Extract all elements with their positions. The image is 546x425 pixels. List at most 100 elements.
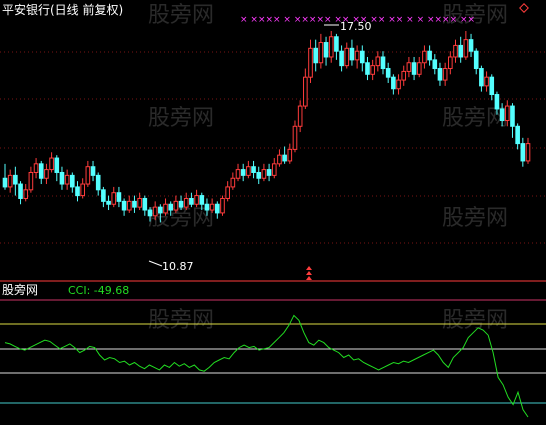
candle-body — [54, 157, 60, 173]
candle — [251, 160, 256, 179]
candle — [23, 184, 29, 202]
candle — [380, 51, 386, 75]
candle — [453, 39, 458, 63]
candle-body — [458, 44, 463, 58]
candle — [370, 59, 375, 81]
candle-body — [520, 143, 526, 162]
candle — [401, 65, 407, 86]
candle-body — [101, 189, 106, 202]
candle-body — [59, 171, 65, 185]
candle-body — [158, 206, 163, 214]
candle — [525, 137, 531, 164]
candle — [287, 143, 293, 164]
candle — [85, 160, 91, 187]
candle — [385, 62, 391, 83]
candle — [515, 123, 520, 150]
candle — [323, 36, 329, 66]
candle — [277, 149, 282, 167]
candle-body — [271, 163, 277, 176]
candle-body — [246, 166, 251, 176]
candle-body — [189, 197, 194, 205]
low-label: 10.87 — [162, 260, 194, 273]
candle — [520, 137, 526, 167]
candle — [64, 169, 70, 190]
candle-body — [194, 195, 199, 205]
candle-body — [251, 166, 256, 173]
candle-body — [266, 169, 272, 176]
candle-body — [489, 76, 495, 96]
candle-body — [277, 154, 282, 165]
watermark-text: 股旁网 — [442, 206, 508, 231]
candle — [126, 195, 132, 213]
candle — [266, 163, 272, 182]
candle-body — [504, 105, 510, 122]
high-label: 17.50 — [340, 20, 372, 33]
candle — [173, 195, 179, 213]
candle-body — [297, 105, 303, 127]
candle-body — [385, 68, 391, 78]
candle — [225, 181, 230, 202]
candle-body — [303, 76, 308, 107]
candle-body — [313, 47, 319, 64]
candle — [261, 163, 267, 182]
candle-body — [391, 76, 396, 90]
candle — [194, 189, 199, 208]
candle-body — [28, 171, 34, 191]
candle-body — [75, 186, 80, 197]
candle — [510, 103, 515, 138]
candle-body — [515, 125, 520, 145]
candle — [308, 39, 313, 83]
candle — [230, 172, 236, 190]
candle-body — [44, 169, 49, 179]
candle-body — [199, 195, 205, 205]
indicator-name: 股旁网 — [2, 282, 38, 297]
candle — [313, 39, 319, 72]
candle-body — [183, 197, 189, 208]
candle — [437, 62, 443, 86]
candle — [214, 201, 220, 219]
candle — [422, 45, 427, 69]
candle — [220, 195, 225, 216]
candle — [489, 74, 495, 101]
candle — [458, 36, 463, 63]
candle-body — [178, 200, 184, 208]
candle-body — [525, 143, 531, 162]
candle — [391, 74, 396, 95]
candle — [339, 45, 344, 72]
candle-body — [220, 197, 225, 214]
candle-body — [121, 200, 127, 211]
candle-body — [64, 174, 70, 185]
candle-body — [80, 183, 85, 197]
candle-body — [432, 59, 438, 70]
candle — [240, 163, 246, 182]
candle — [411, 56, 417, 81]
candle — [473, 48, 479, 75]
candle — [463, 30, 469, 60]
candle-body — [261, 169, 267, 179]
candle — [137, 192, 142, 211]
candle — [432, 54, 438, 75]
candle — [359, 45, 365, 72]
candle — [365, 56, 370, 81]
candle-body — [427, 50, 432, 61]
candle — [142, 195, 148, 216]
watermark-text: 股旁网 — [148, 308, 214, 333]
candle-body — [318, 42, 324, 64]
candle-body — [7, 174, 13, 188]
candle-body — [168, 203, 174, 211]
candle-body — [256, 171, 262, 179]
candle-body — [411, 62, 417, 75]
watermark-text: 股旁网 — [148, 106, 214, 131]
candle-body — [499, 108, 505, 122]
candle-body — [437, 68, 443, 81]
candle-body — [396, 79, 401, 90]
candle-body — [132, 200, 137, 208]
candle-body — [49, 157, 54, 171]
candle — [246, 160, 251, 179]
candle — [484, 71, 489, 92]
candle — [90, 160, 96, 182]
candle — [2, 163, 8, 190]
watermark-text: 股旁网 — [442, 106, 508, 131]
candle — [406, 56, 412, 78]
menu-diamond-icon[interactable] — [519, 3, 529, 13]
